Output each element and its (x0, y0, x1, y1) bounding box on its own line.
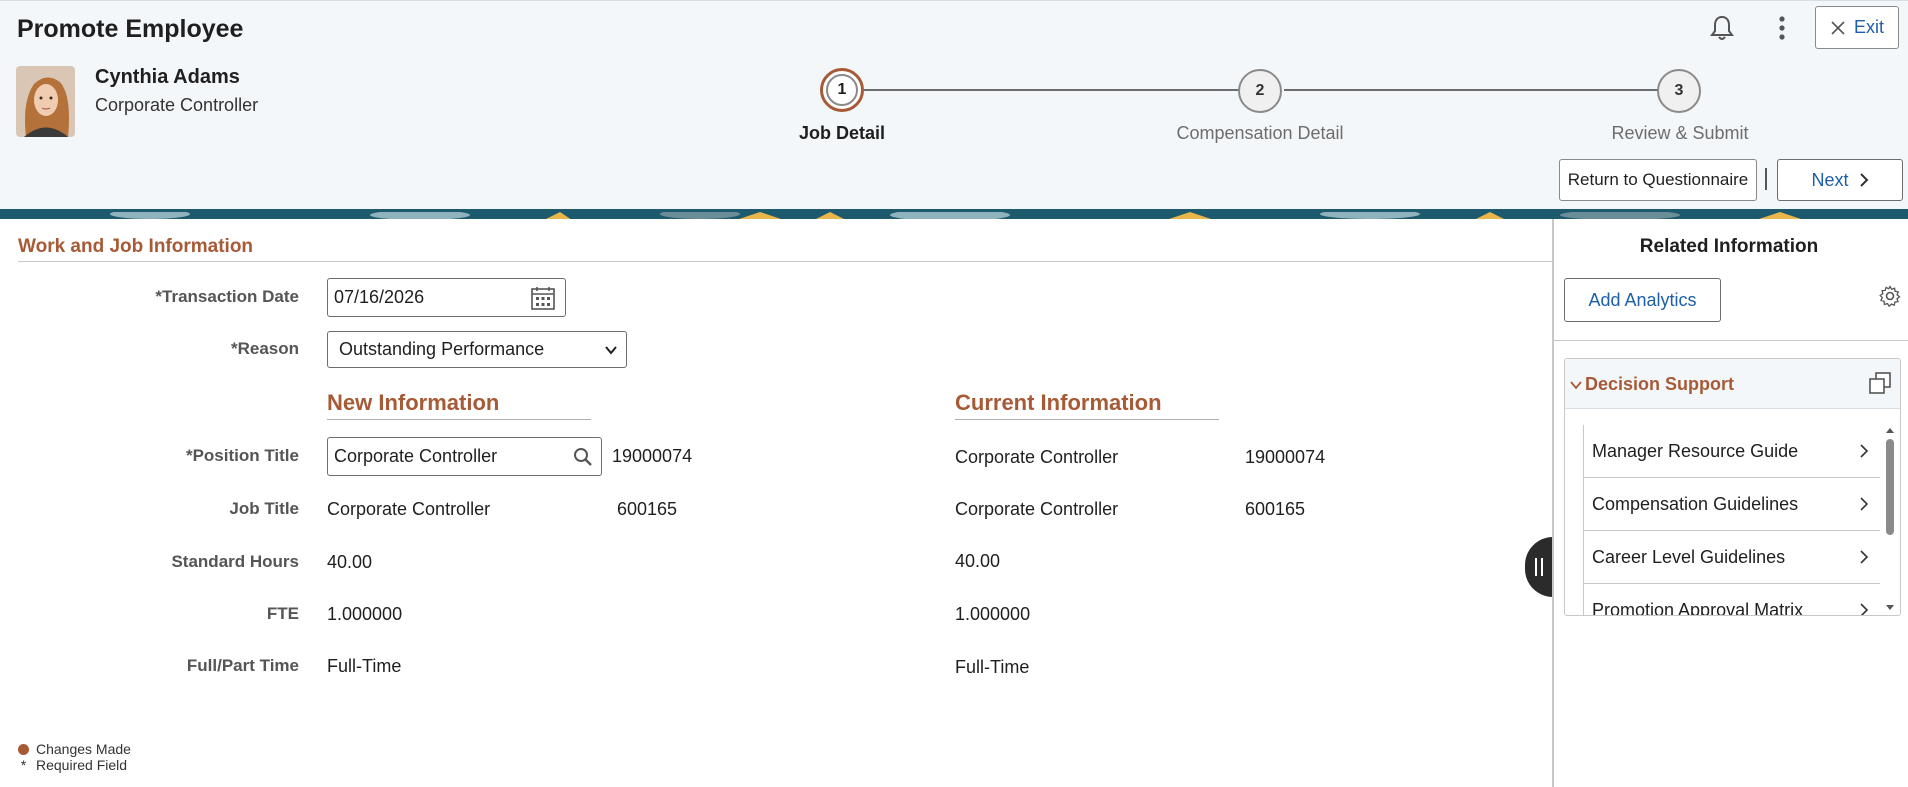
chevron-right-icon (1860, 444, 1869, 458)
step-connector (1284, 89, 1659, 91)
employee-name: Cynthia Adams (95, 66, 240, 88)
chevron-right-icon (1860, 603, 1869, 615)
search-icon[interactable] (573, 447, 593, 467)
current-position-code: 19000074 (1245, 447, 1326, 467)
new-job-title: Corporate Controller (327, 499, 491, 519)
decision-support-list: Manager Resource Guide Compensation Guid… (1583, 425, 1880, 616)
changes-made-label: Changes Made (36, 741, 131, 757)
new-fte: 1.000000 (327, 604, 403, 624)
bell-icon[interactable] (1707, 13, 1737, 43)
list-item[interactable]: Promotion Approval Matrix (1584, 584, 1880, 616)
decision-support-header[interactable]: Decision Support (1565, 359, 1900, 409)
required-field-label: Required Field (36, 757, 128, 773)
next-button[interactable]: Next (1777, 159, 1903, 201)
exit-label: Exit (1853, 17, 1884, 37)
calendar-icon[interactable] (530, 285, 556, 311)
step-3-circle[interactable]: 3 (1657, 69, 1701, 113)
transaction-date-value: 07/16/2026 (334, 287, 425, 307)
related-information-title: Related Information (1639, 236, 1819, 257)
gear-icon[interactable] (1879, 285, 1901, 307)
list-item-label: Promotion Approval Matrix (1592, 599, 1804, 616)
position-title-input[interactable]: Corporate Controller (327, 437, 602, 476)
button-separator (1765, 168, 1767, 190)
new-information-divider (327, 419, 591, 420)
list-item-label: Career Level Guidelines (1592, 546, 1786, 567)
panel-divider (1554, 340, 1908, 341)
current-information-heading: Current Information (955, 390, 1162, 415)
step-2-number: 2 (1255, 82, 1265, 99)
transaction-date-label: *Transaction Date (155, 287, 299, 306)
related-information-panel: Related Information Add Analytics Decisi… (1552, 219, 1908, 787)
reason-label: *Reason (230, 339, 299, 358)
full-part-time-label: Full/Part Time (186, 656, 299, 675)
transaction-date-input[interactable]: 07/16/2026 (327, 278, 566, 317)
standard-hours-label: Standard Hours (171, 552, 299, 571)
avatar (16, 66, 75, 137)
next-label: Next (1811, 169, 1849, 190)
reason-select[interactable]: Outstanding Performance (327, 331, 627, 368)
current-standard-hours: 40.00 (955, 551, 1001, 571)
section-divider (18, 261, 1552, 262)
list-item-label: Compensation Guidelines (1592, 493, 1799, 514)
current-fte: 1.000000 (955, 604, 1031, 624)
step-1-circle[interactable]: 1 (820, 68, 864, 112)
scrollbar[interactable] (1883, 425, 1897, 613)
new-full-part-time: Full-Time (327, 656, 402, 676)
step-1-label[interactable]: Job Detail (799, 123, 885, 144)
fte-label: FTE (266, 604, 299, 623)
step-connector (864, 89, 1240, 91)
legend: Changes Made * Required Field (18, 741, 131, 773)
step-2-circle[interactable]: 2 (1238, 69, 1282, 113)
current-information-divider (955, 419, 1219, 420)
position-title-value: Corporate Controller (334, 446, 498, 466)
step-3-number: 3 (1674, 82, 1684, 99)
exit-button[interactable]: Exit (1815, 6, 1899, 49)
required-symbol: * (20, 757, 27, 773)
open-in-window-icon[interactable] (1868, 371, 1892, 395)
decorative-banner (0, 209, 1908, 219)
return-to-questionnaire-button[interactable]: Return to Questionnaire (1559, 159, 1757, 201)
new-information-heading: New Information (327, 390, 500, 415)
current-full-part-time: Full-Time (955, 657, 1030, 677)
changes-made-dot (18, 743, 29, 755)
drag-handle-icon (1535, 558, 1543, 576)
page-title: Promote Employee (17, 15, 244, 43)
chevron-down-icon[interactable] (1568, 377, 1584, 393)
chevron-right-icon (1859, 173, 1868, 187)
job-title-label: Job Title (229, 499, 299, 518)
step-1-number: 1 (826, 74, 858, 106)
decision-support-title: Decision Support (1585, 374, 1735, 394)
chevron-right-icon (1860, 550, 1869, 564)
new-job-code: 600165 (617, 499, 678, 519)
add-analytics-button[interactable]: Add Analytics (1564, 278, 1721, 322)
position-title-label: *Position Title (185, 446, 299, 465)
step-3-label[interactable]: Review & Submit (1611, 123, 1748, 144)
list-item-label: Manager Resource Guide (1592, 440, 1799, 461)
close-icon (1831, 20, 1845, 35)
decision-support-tile: Decision Support Manager Resource Guide … (1564, 358, 1901, 616)
more-options-icon[interactable] (1770, 13, 1794, 43)
step-2-label[interactable]: Compensation Detail (1176, 123, 1343, 144)
current-position-title: Corporate Controller (955, 447, 1119, 467)
current-job-title: Corporate Controller (955, 499, 1119, 519)
list-item[interactable]: Career Level Guidelines (1584, 531, 1880, 584)
chevron-down-icon (605, 346, 617, 355)
employee-job-title: Corporate Controller (95, 95, 259, 115)
new-position-code: 19000074 (612, 446, 693, 466)
list-item[interactable]: Manager Resource Guide (1584, 425, 1880, 478)
section-title: Work and Job Information (18, 236, 254, 257)
current-job-code: 600165 (1245, 499, 1306, 519)
list-item[interactable]: Compensation Guidelines (1584, 478, 1880, 531)
main-content: Work and Job Information *Transaction Da… (0, 219, 1552, 787)
page-header: Promote Employee Exit Cynthia Adams Corp… (0, 0, 1908, 213)
reason-value: Outstanding Performance (339, 339, 545, 359)
chevron-right-icon (1860, 497, 1869, 511)
new-standard-hours: 40.00 (327, 552, 373, 572)
